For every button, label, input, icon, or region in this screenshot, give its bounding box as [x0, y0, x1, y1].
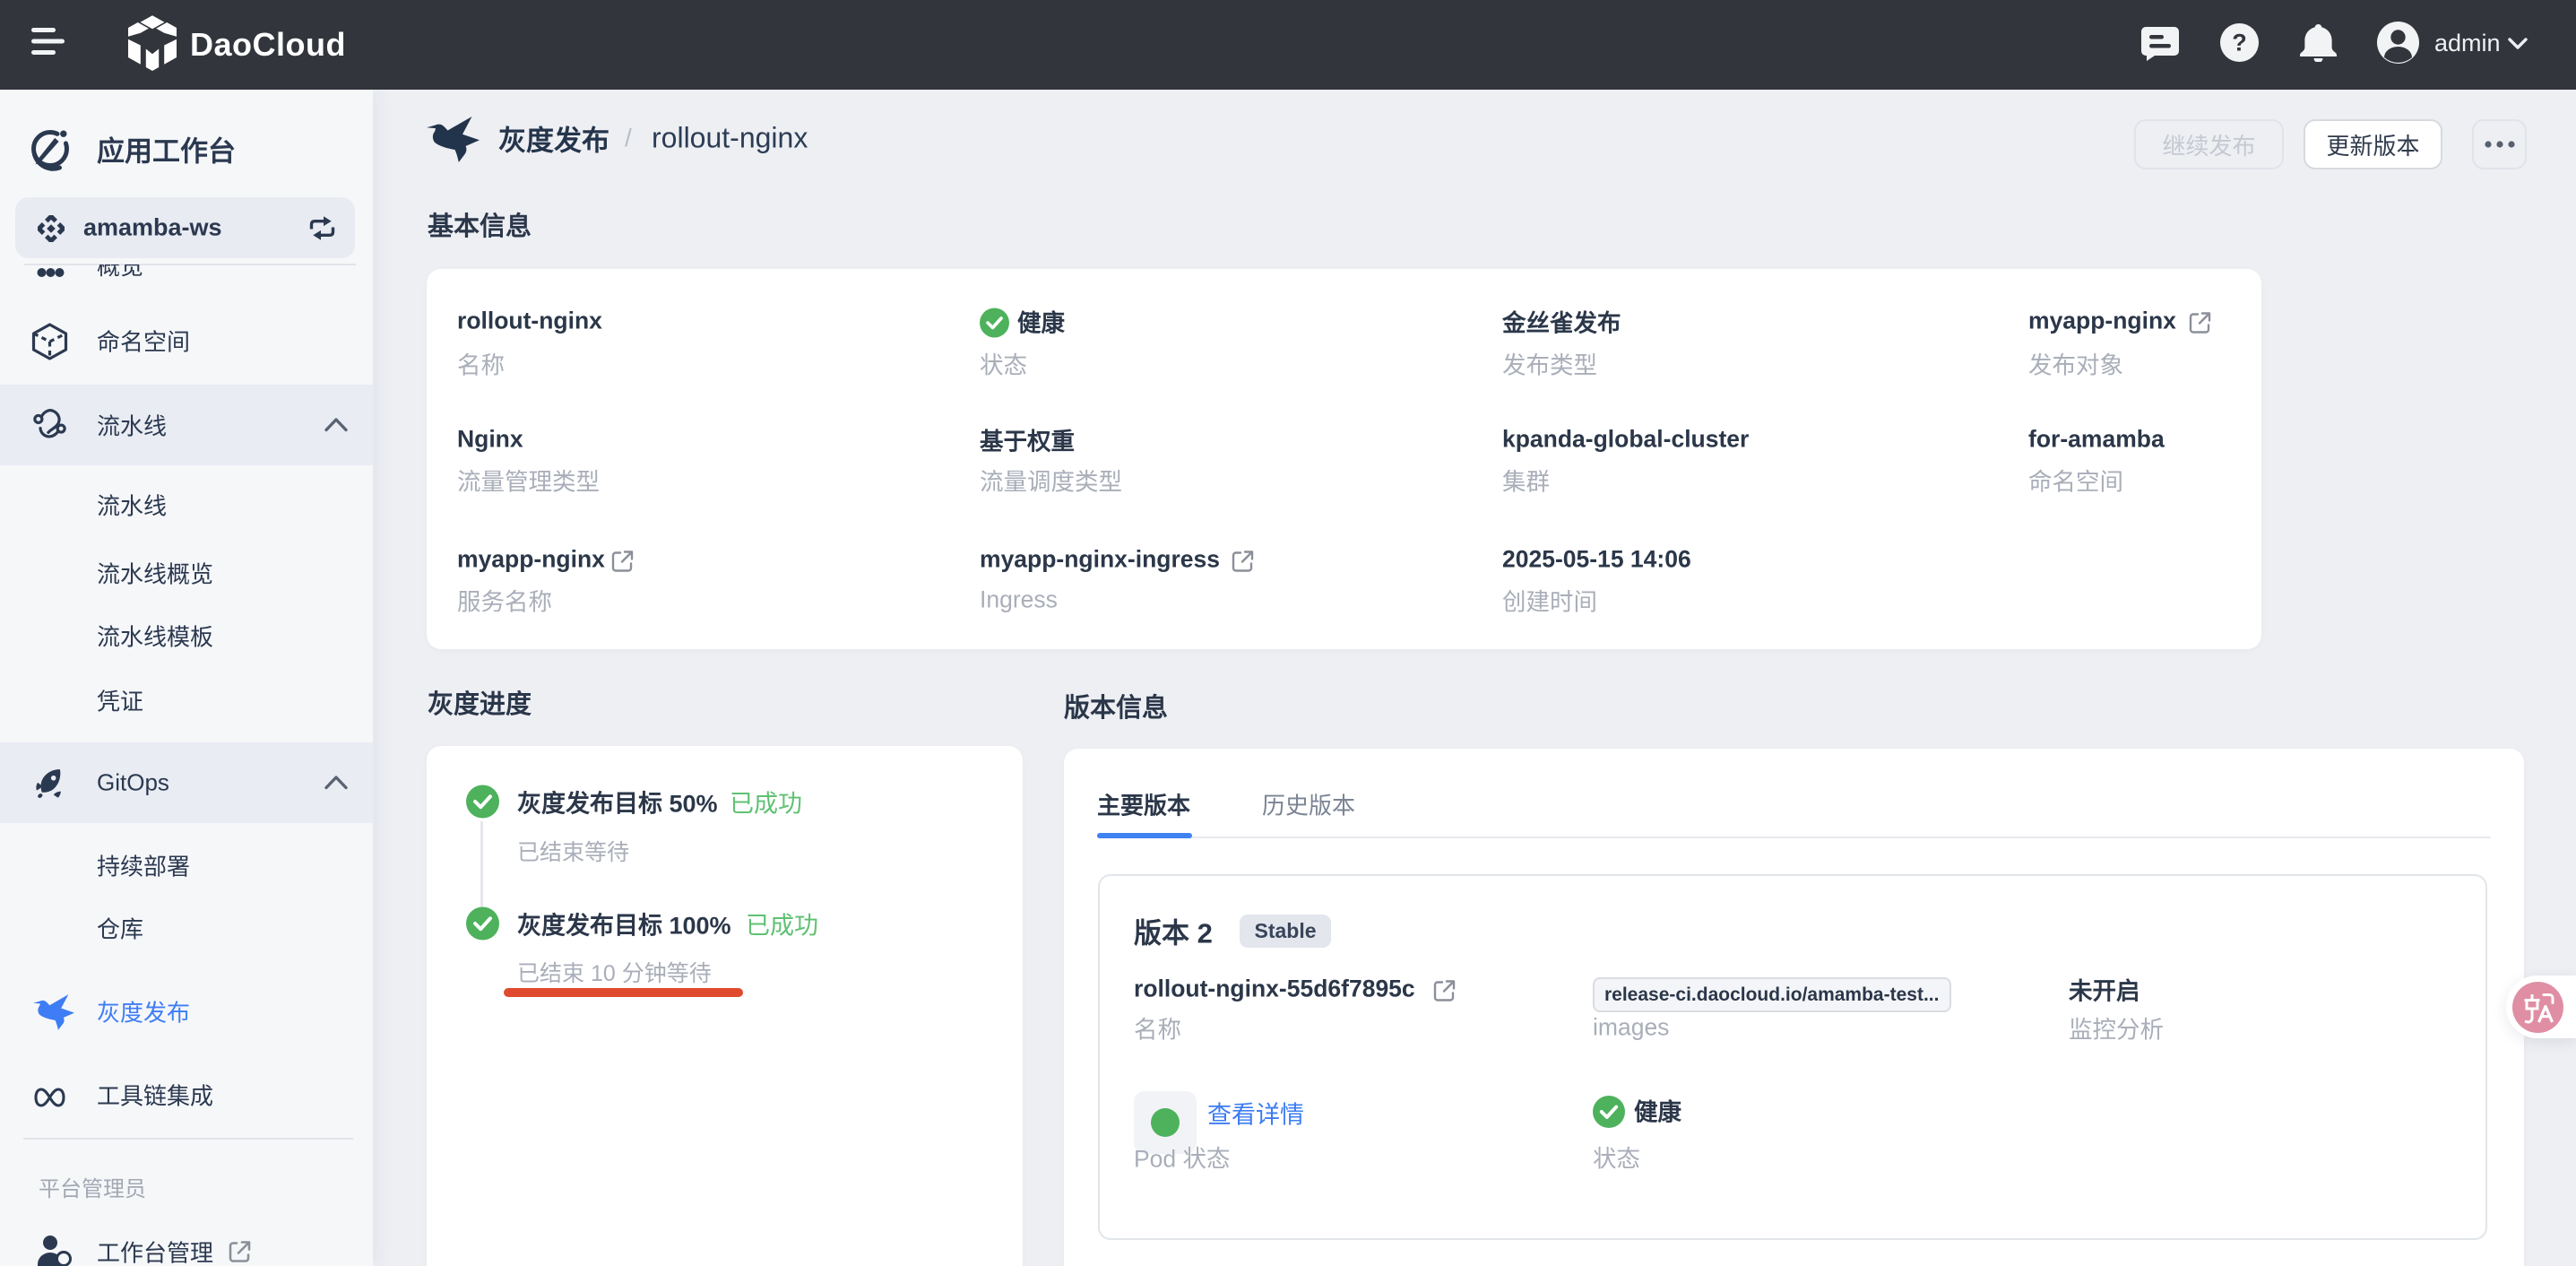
svg-text:?: ?: [2232, 30, 2247, 56]
